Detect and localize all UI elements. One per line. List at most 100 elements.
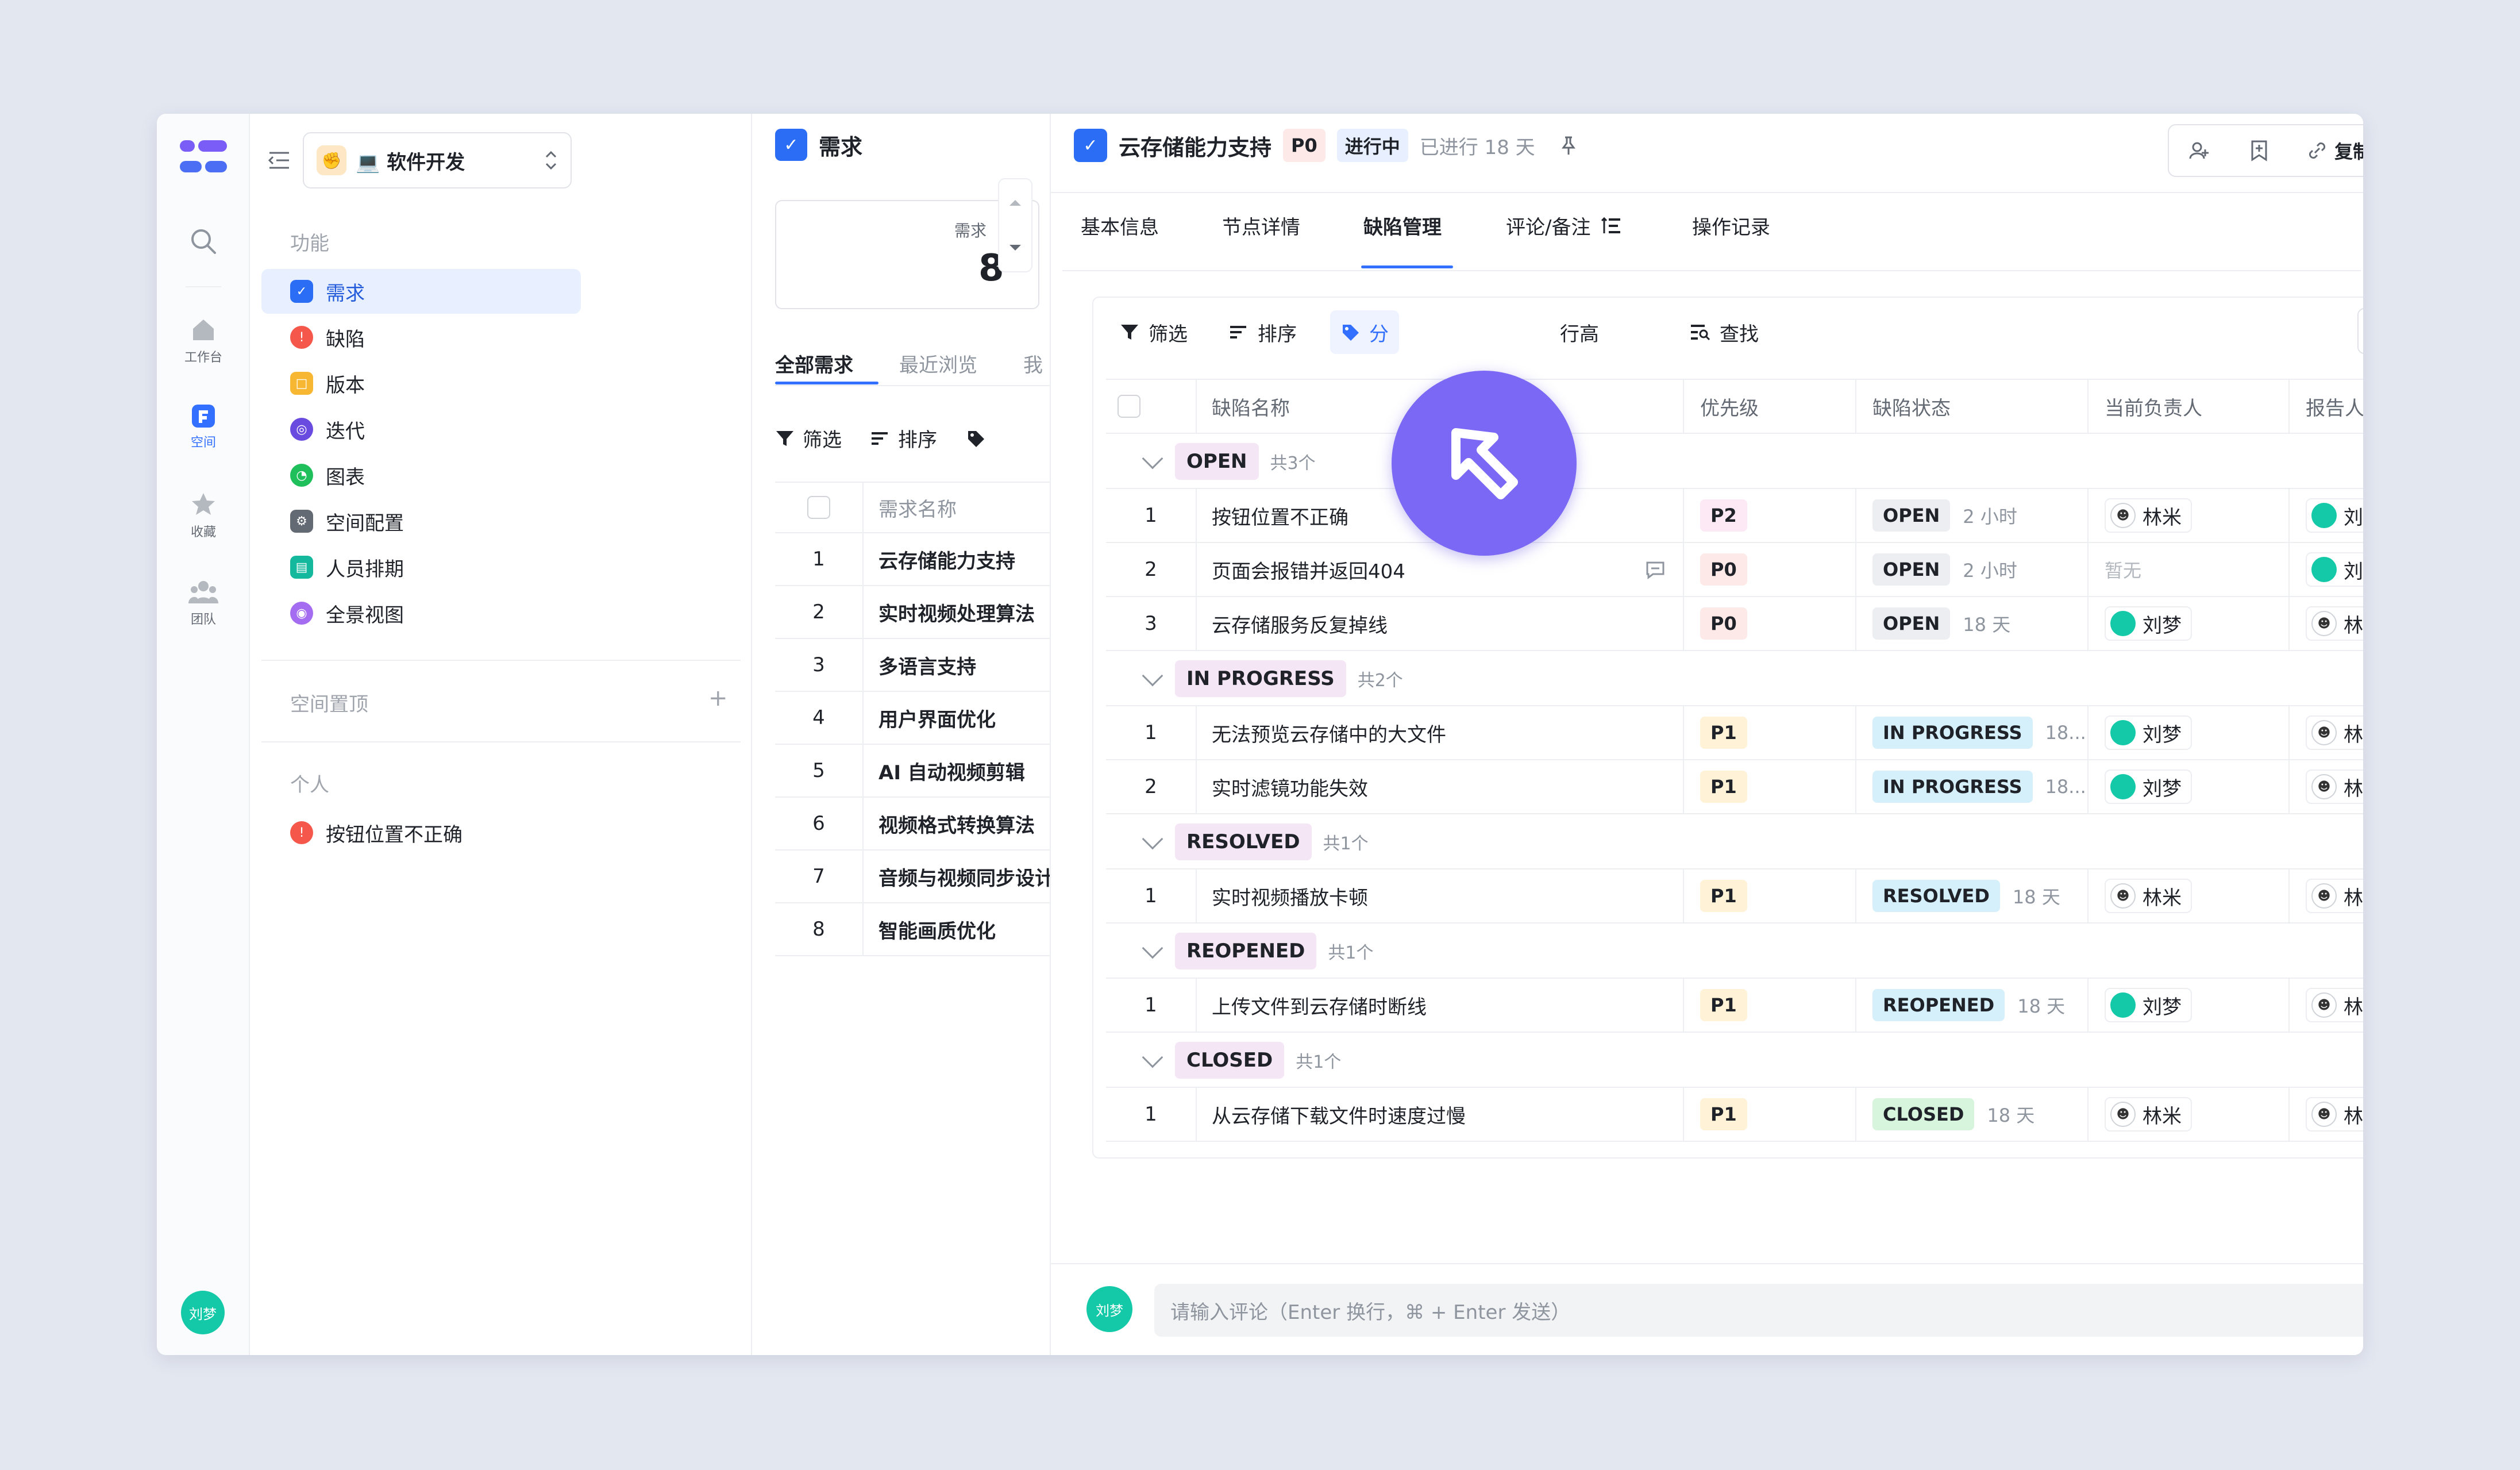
app-logo[interactable] <box>180 138 228 176</box>
status-tag[interactable]: OPEN <box>1872 553 1951 586</box>
list-item[interactable]: 4 用户界面优化 <box>775 692 1050 745</box>
col-defect-name[interactable]: 缺陷名称 <box>1196 380 1290 433</box>
list-item[interactable]: 6 视频格式转换算法 <box>775 798 1050 851</box>
list-item[interactable]: 3 多语言支持 <box>775 639 1050 692</box>
rail-favorites[interactable]: 收藏 <box>157 491 250 540</box>
priority-tag[interactable]: P1 <box>1700 771 1747 803</box>
reporter-chip[interactable]: ☻ 林米 <box>2306 879 2363 913</box>
reporter-chip[interactable]: 刘梦 <box>2306 498 2363 533</box>
comment-input[interactable]: 请输入评论（Enter 换行，⌘ + Enter 发送） <box>1154 1284 2363 1337</box>
status-tag[interactable]: IN PROGRESS <box>1872 771 2033 803</box>
rail-space[interactable]: 空间 <box>157 403 250 451</box>
priority-badge[interactable]: P0 <box>1283 129 1325 162</box>
priority-tag[interactable]: P1 <box>1700 989 1747 1021</box>
rail-workbench[interactable]: 工作台 <box>157 316 250 365</box>
table-row[interactable]: 2 实时滤镜功能失效 P1 IN PROGRESS 18... 刘梦 ☻ 林米 <box>1106 760 2363 814</box>
tab-basic-info[interactable]: 基本信息 <box>1081 211 1159 240</box>
priority-tag[interactable]: P1 <box>1700 717 1747 749</box>
owner-chip[interactable]: 刘梦 <box>2105 988 2192 1022</box>
table-row[interactable]: 1 上传文件到云存储时断线 P1 REOPENED 18 天 刘梦 ☻ 林米 <box>1106 979 2363 1033</box>
status-badge[interactable]: 进行中 <box>1336 129 1408 162</box>
defect-name[interactable]: 实时滤镜功能失效 <box>1196 760 1683 813</box>
space-selector[interactable]: ✊ 💻 软件开发 <box>303 132 572 188</box>
group-row[interactable]: CLOSED 共1个 <box>1106 1033 2363 1088</box>
list-item[interactable]: 8 智能画质优化 <box>775 903 1050 956</box>
group-row[interactable]: IN PROGRESS 共2个 <box>1106 651 2363 706</box>
list-filter-button[interactable]: 筛选 <box>775 424 842 452</box>
group-row[interactable]: RESOLVED 共1个 <box>1106 814 2363 869</box>
table-row[interactable]: 1 从云存储下载文件时速度过慢 P1 CLOSED 18 天 ☻ 林米 ☻ 林米 <box>1106 1088 2363 1142</box>
owner-chip[interactable]: ☻ 林米 <box>2105 1097 2192 1132</box>
priority-tag[interactable]: P2 <box>1700 499 1747 532</box>
collapse-sidebar-button[interactable] <box>267 148 291 175</box>
status-tag[interactable]: OPEN <box>1872 607 1951 640</box>
reporter-chip[interactable]: ☻ 林米 <box>2306 769 2363 804</box>
sidebar-item-schedule[interactable]: ▤ 人员排期 <box>261 545 581 590</box>
pin-icon[interactable] <box>1558 135 1579 156</box>
copy-id-button[interactable]: 复制ID <box>2307 137 2363 164</box>
sidebar-item-requirements[interactable]: ✓ 需求 <box>261 269 581 314</box>
chevron-down-icon[interactable] <box>1008 244 1022 253</box>
tab-recent[interactable]: 最近浏览 <box>899 349 977 378</box>
add-defect-button[interactable]: + 新增 <box>2357 308 2363 354</box>
rail-team[interactable]: 团队 <box>157 578 250 628</box>
members-icon[interactable] <box>2188 139 2211 162</box>
personal-item-defect[interactable]: ! 按钮位置不正确 <box>261 810 581 855</box>
priority-tag[interactable]: P0 <box>1700 553 1747 586</box>
select-all-checkbox[interactable] <box>807 496 830 519</box>
sidebar-item-charts[interactable]: ◔ 图表 <box>261 453 581 498</box>
chevron-up-icon[interactable] <box>1008 198 1022 207</box>
priority-tag[interactable]: P1 <box>1700 1098 1747 1130</box>
defect-name[interactable]: 上传文件到云存储时断线 <box>1196 979 1683 1032</box>
chevron-down-icon[interactable] <box>1142 448 1163 470</box>
priority-tag[interactable]: P0 <box>1700 607 1747 640</box>
table-row[interactable]: 1按钮位置不正确P2OPEN2 小时☻林米刘梦 <box>1106 489 2363 543</box>
tab-mine[interactable]: 我 <box>1023 349 1043 378</box>
tab-comments[interactable]: 评论/备注 <box>1506 211 1621 240</box>
table-row[interactable]: 2页面会报错并返回404P0OPEN2 小时暂无刘梦 <box>1106 543 2363 597</box>
owner-chip[interactable]: ☻ 林米 <box>2105 879 2192 913</box>
comment-icon[interactable] <box>1645 560 1666 580</box>
owner-chip[interactable]: 刘梦 <box>2105 769 2192 804</box>
reporter-chip[interactable]: ☻ 林米 <box>2306 988 2363 1022</box>
list-item[interactable]: 5 AI 自动视频剪辑 <box>775 745 1050 798</box>
select-all-checkbox[interactable] <box>1118 395 1140 418</box>
tab-all-requirements[interactable]: 全部需求 <box>775 349 853 378</box>
reporter-chip[interactable]: ☻ 林米 <box>2306 606 2363 641</box>
list-item[interactable]: 1 云存储能力支持 <box>775 533 1050 586</box>
owner-chip[interactable]: 刘梦 <box>2105 606 2192 641</box>
chevron-down-icon[interactable] <box>1142 828 1163 850</box>
group-button[interactable]: 分 <box>1330 310 1399 354</box>
reporter-chip[interactable]: ☻ 林米 <box>2306 1097 2363 1132</box>
bookmark-icon[interactable] <box>2249 139 2269 162</box>
list-item[interactable]: 2 实时视频处理算法 <box>775 586 1050 639</box>
defect-name[interactable]: 从云存储下载文件时速度过慢 <box>1196 1088 1683 1141</box>
add-pinned-button[interactable]: + <box>708 685 728 711</box>
owner-chip[interactable]: ☻ 林米 <box>2105 498 2192 533</box>
defect-name[interactable]: 实时视频播放卡顿 <box>1196 869 1683 922</box>
status-tag[interactable]: IN PROGRESS <box>1872 717 2033 749</box>
status-tag[interactable]: REOPENED <box>1872 989 2005 1021</box>
reporter-chip[interactable]: ☻ 林米 <box>2306 715 2363 750</box>
table-row[interactable]: 1 无法预览云存储中的大文件 P1 IN PROGRESS 18... 刘梦 ☻ 林米 <box>1106 706 2363 760</box>
reporter-chip[interactable]: 刘梦 <box>2306 552 2363 587</box>
status-tag[interactable]: OPEN <box>1872 499 1951 532</box>
sidebar-item-iterations[interactable]: ◎ 迭代 <box>261 407 581 452</box>
col-priority[interactable]: 优先级 <box>1683 380 1855 433</box>
tab-operation-log[interactable]: 操作记录 <box>1692 211 1770 240</box>
group-row[interactable]: OPEN 共3个 <box>1106 434 2363 489</box>
owner-chip[interactable]: 刘梦 <box>2105 715 2192 750</box>
sidebar-item-defects[interactable]: ! 缺陷 <box>261 315 581 360</box>
table-row[interactable]: 3 云存储服务反复掉线 P0 OPEN 18 天 刘梦 ☻ 林米 <box>1106 597 2363 651</box>
table-row[interactable]: 1 实时视频播放卡顿 P1 RESOLVED 18 天 ☻ 林米 ☻ 林米 <box>1106 869 2363 923</box>
sidebar-item-versions[interactable]: □ 版本 <box>261 361 581 406</box>
chevron-down-icon[interactable] <box>1142 937 1163 959</box>
sort-button[interactable]: 排序 <box>1229 310 1297 354</box>
col-owner[interactable]: 当前负责人 <box>2087 380 2288 433</box>
defect-name[interactable]: 无法预览云存储中的大文件 <box>1196 706 1683 759</box>
tag-icon[interactable] <box>966 429 985 448</box>
col-reporter[interactable]: 报告人 <box>2288 380 2363 433</box>
scroll-stepper[interactable] <box>998 178 1032 272</box>
status-tag[interactable]: RESOLVED <box>1872 880 2000 912</box>
filter-button[interactable]: 筛选 <box>1120 310 1188 354</box>
